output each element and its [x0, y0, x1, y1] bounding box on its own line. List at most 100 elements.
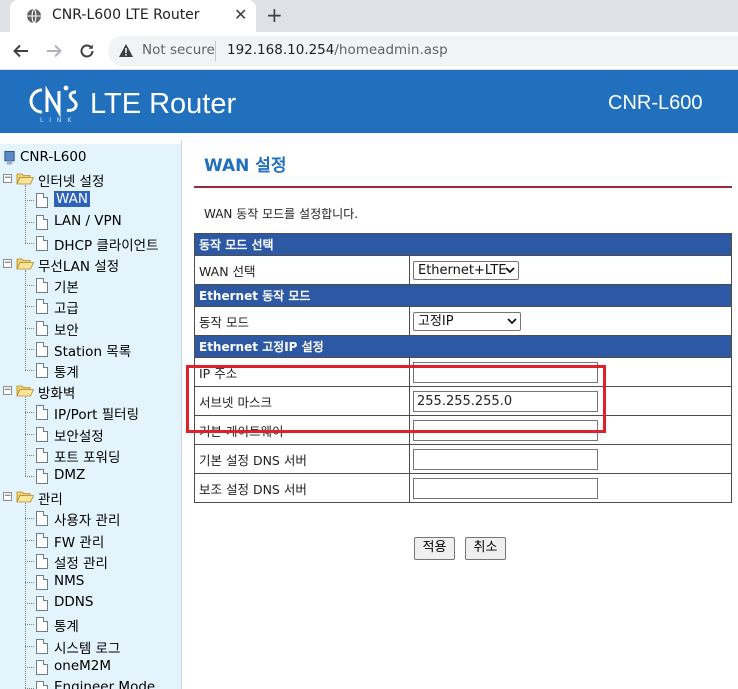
sidebar-item-label: 시스템 로그	[54, 640, 121, 657]
sidebar-item-label: 보안	[54, 322, 79, 339]
sidebar-item-label: oneM2M	[54, 657, 112, 674]
sidebar-item-label: WAN	[54, 191, 90, 208]
sidebar-item[interactable]: LAN / VPN	[0, 212, 180, 232]
cnslink-logo: L I N K LTE Router	[20, 78, 260, 130]
tree-connector	[25, 433, 34, 435]
document-icon	[36, 320, 48, 336]
reload-icon[interactable]	[78, 42, 96, 60]
tree-connector	[25, 560, 34, 562]
router-header: L I N K LTE Router CNR-L600	[0, 70, 738, 136]
document-icon	[36, 553, 48, 569]
warning-icon[interactable]	[118, 43, 134, 58]
section-header-label: 동작 모드 선택	[194, 233, 732, 256]
sidebar-item[interactable]: Engineer Mode	[0, 678, 180, 689]
sidebar-item[interactable]: 보안설정	[0, 424, 180, 445]
sidebar-item-label: DDNS	[54, 594, 94, 611]
page-title: WAN 설정	[204, 156, 287, 176]
sidebar-item[interactable]: 사용자 관리	[0, 508, 180, 530]
tree-connector	[25, 476, 34, 477]
sidebar-item-label: LAN / VPN	[54, 212, 122, 229]
document-icon	[36, 299, 48, 315]
sidebar-item-label: 설정 관리	[54, 555, 108, 572]
sidebar-item[interactable]: 보안	[0, 318, 180, 339]
logo-text: LTE Router	[90, 88, 237, 120]
sidebar-item-label: 통계	[54, 619, 79, 636]
not-secure-label[interactable]: Not secure	[142, 42, 215, 58]
sidebar-item[interactable]: FW 관리	[0, 530, 180, 551]
router-icon	[4, 151, 15, 165]
tree-folder[interactable]: − 방화벽	[0, 381, 180, 402]
collapse-toggle-icon[interactable]: −	[3, 386, 12, 396]
sidebar-item[interactable]: DHCP 클라이언트	[0, 233, 180, 254]
document-icon	[36, 193, 48, 209]
section-header-ethernet-mode: Ethernet 동작 모드	[194, 284, 732, 307]
sidebar-item[interactable]: 포트 포워딩	[0, 445, 180, 466]
forward-arrow-icon[interactable]	[45, 42, 63, 60]
sidebar-item-label: 고급	[54, 301, 79, 318]
sidebar-item-label: DMZ	[54, 467, 86, 483]
sidebar-item-label: DHCP 클라이언트	[54, 237, 159, 254]
url-separator	[215, 41, 216, 61]
sidebar-item[interactable]: 시스템 로그	[0, 636, 180, 657]
operation-mode-value: 고정IP	[418, 313, 454, 329]
folder-open-icon	[16, 258, 34, 270]
collapse-toggle-icon[interactable]: −	[3, 259, 12, 268]
document-icon	[36, 235, 48, 251]
field-label: 동작 모드	[194, 306, 410, 336]
url-text[interactable]: 192.168.10.254/homeadmin.asp	[227, 42, 448, 58]
sidebar-item-label: FW 관리	[54, 534, 105, 551]
cancel-button[interactable]: 취소	[465, 537, 506, 560]
sidebar-item[interactable]: 통계	[0, 614, 180, 636]
document-icon	[36, 596, 48, 612]
globe-icon	[27, 8, 41, 24]
sidebar-item[interactable]: oneM2M	[0, 657, 180, 677]
sidebar-item[interactable]: DMZ	[0, 466, 180, 486]
sidebar-item[interactable]: Station 목록	[0, 339, 180, 360]
tree-connector	[25, 666, 34, 668]
sidebar-item[interactable]: 고급	[0, 296, 180, 318]
tree-connector	[25, 603, 34, 605]
document-icon	[36, 405, 48, 421]
sidebar-item-label: NMS	[54, 573, 85, 589]
sidebar-item-label: 사용자 관리	[54, 513, 121, 530]
sidebar-item-label: Station 목록	[54, 343, 132, 360]
operation-mode-row: 동작 모드 고정IP	[194, 306, 732, 336]
close-tab-icon[interactable]: ✕	[234, 5, 247, 24]
tree-folder-label: 무선LAN 설정	[38, 259, 120, 275]
tree-folder[interactable]: − 관리	[0, 487, 180, 509]
secondary-dns-row: 보조 설정 DNS 서버	[194, 473, 732, 503]
tree-root[interactable]: CNR-L600	[0, 148, 180, 168]
new-tab-button[interactable]: +	[266, 3, 283, 27]
browser-tab[interactable]: CNR-L600 LTE Router ✕	[10, 0, 256, 32]
secondary-dns-input[interactable]	[413, 477, 598, 499]
document-icon	[36, 659, 48, 675]
document-icon	[36, 214, 48, 230]
primary-dns-row: 기본 설정 DNS 서버	[194, 444, 732, 474]
section-header-mode: 동작 모드 선택	[194, 233, 732, 256]
collapse-toggle-icon[interactable]: −	[3, 174, 12, 184]
url-path: /homeadmin.asp	[334, 42, 448, 58]
tree-connector	[25, 242, 34, 244]
address-bar[interactable]: Not secure 192.168.10.254/homeadmin.asp	[108, 36, 738, 66]
sidebar-item[interactable]: NMS	[0, 572, 180, 592]
sidebar-item[interactable]: 설정 관리	[0, 551, 180, 572]
tree-folder-label: 관리	[38, 492, 63, 509]
sidebar-item[interactable]: DDNS	[0, 593, 180, 613]
url-host: 192.168.10.254	[227, 42, 335, 58]
apply-button[interactable]: 적용	[414, 537, 455, 560]
sidebar-item[interactable]: WAN	[0, 190, 180, 210]
tree-connector	[25, 327, 34, 329]
tree-folder[interactable]: − 무선LAN 설정	[0, 254, 180, 275]
back-arrow-icon[interactable]	[12, 42, 30, 60]
sidebar-item[interactable]: IP/Port 필터링	[0, 402, 180, 423]
section-header-label: Ethernet 고정IP 설정	[194, 335, 732, 358]
sidebar-item[interactable]: 통계	[0, 360, 180, 381]
primary-dns-input[interactable]	[413, 448, 598, 470]
wan-select-dropdown[interactable]: Ethernet+LTE	[413, 260, 519, 280]
document-icon	[36, 363, 48, 378]
collapse-toggle-icon[interactable]: −	[3, 492, 12, 502]
document-icon	[36, 278, 48, 294]
sidebar-item[interactable]: 기본	[0, 275, 180, 296]
operation-mode-dropdown[interactable]: 고정IP	[413, 311, 521, 331]
tree-folder[interactable]: − 인터넷 설정	[0, 169, 180, 190]
